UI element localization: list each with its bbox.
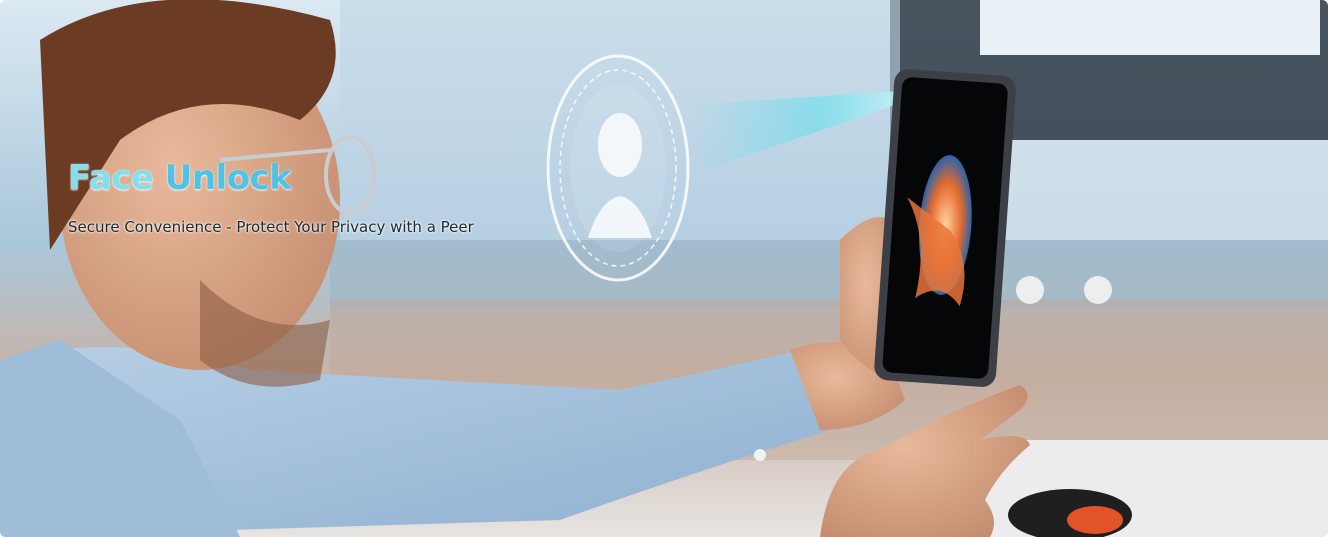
hero-text: Face Unlock Secure Convenience - Protect…: [68, 158, 474, 236]
hero-title-word2: Unlock: [164, 158, 292, 198]
hero-title: Face Unlock: [68, 158, 474, 198]
hero-title-word1: Face: [68, 158, 154, 198]
hero-image: [0, 0, 1328, 537]
hero-subtitle: Secure Convenience - Protect Your Privac…: [68, 218, 474, 236]
hero-banner: Face Unlock Secure Convenience - Protect…: [0, 0, 1328, 537]
